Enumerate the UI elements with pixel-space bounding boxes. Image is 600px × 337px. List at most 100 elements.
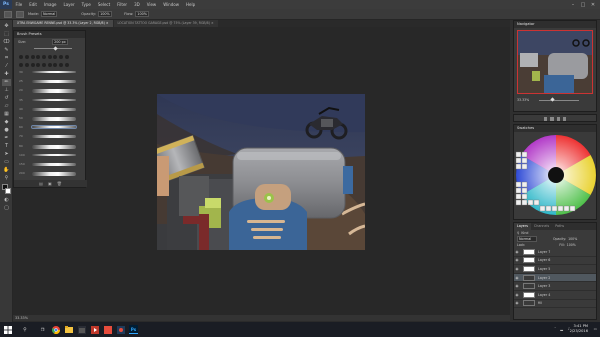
brush-tip[interactable] [64, 62, 69, 67]
menu-window[interactable]: Window [160, 0, 183, 9]
color-swatches[interactable] [0, 183, 12, 197]
brush-tip[interactable] [30, 55, 35, 60]
brush-stroke-preview[interactable] [32, 163, 76, 166]
menu-3d[interactable]: 3D [131, 0, 144, 9]
move-tool-icon[interactable]: ✥ [2, 23, 11, 30]
crop-tool-icon[interactable]: ⌗ [2, 55, 11, 62]
layer-row[interactable]: ◉ fill [514, 300, 596, 309]
brush-tip[interactable] [53, 55, 58, 60]
opacity-input[interactable]: 100% [98, 11, 113, 17]
mode-control[interactable]: Mode: Normal [28, 11, 58, 17]
brush-stroke-preview[interactable] [32, 89, 76, 94]
brush-tip[interactable] [19, 62, 24, 67]
menu-file[interactable]: File [12, 0, 26, 9]
lasso-tool-icon[interactable]: ↀ [2, 39, 11, 46]
opacity-control[interactable]: Opacity: 100% [81, 11, 113, 17]
layer-row[interactable]: ◉ Layer 6 [514, 257, 596, 266]
tray-up-arrow-icon[interactable]: ˄ [554, 327, 556, 331]
screen-recorder-icon[interactable] [116, 325, 125, 334]
navigator-zoom-value[interactable]: 33.33% [517, 98, 529, 102]
brush-size-slider[interactable] [34, 45, 72, 51]
adjustment-icon[interactable] [550, 117, 554, 121]
store-icon[interactable] [77, 325, 86, 334]
layer-row[interactable]: ◉ Layer 4 [514, 291, 596, 300]
brush-size-slider-knob[interactable] [53, 45, 58, 51]
layer-blend-mode-select[interactable]: Normal [517, 236, 537, 242]
screen-mode-icon[interactable]: ▢ [2, 205, 11, 212]
brush-tip[interactable] [41, 62, 46, 67]
brush-tip[interactable] [19, 55, 24, 60]
visibility-eye-icon[interactable]: ◉ [514, 250, 520, 254]
menu-image[interactable]: Image [40, 0, 60, 9]
windows-start-icon[interactable] [3, 325, 12, 334]
blur-tool-icon[interactable]: ◆ [2, 119, 11, 126]
quick-select-tool-icon[interactable]: ✎ [2, 47, 11, 54]
marquee-tool-icon[interactable]: ⬚ [2, 31, 11, 38]
brush-stroke-preview[interactable] [32, 98, 76, 101]
brush-stroke-preview[interactable] [31, 125, 77, 130]
adjustment-icon[interactable] [556, 117, 560, 121]
taskbar-clock[interactable]: 3:41 PM 2/23/2016 [570, 324, 588, 334]
menu-filter[interactable]: Filter [114, 0, 131, 9]
healing-tool-icon[interactable]: ✚ [2, 71, 11, 78]
shape-tool-icon[interactable]: ▭ [2, 159, 11, 166]
visibility-eye-icon[interactable]: ◉ [514, 276, 520, 280]
brush-tool-icon[interactable]: ✏ [2, 79, 11, 86]
new-brush-icon[interactable]: ▣ [48, 181, 52, 186]
brush-stroke-preview[interactable] [32, 117, 76, 121]
visibility-eye-icon[interactable]: ◉ [514, 301, 520, 305]
tab-channels[interactable]: Channels [531, 223, 552, 230]
layer-kind-filter[interactable]: Kind [521, 231, 528, 235]
maximize-button[interactable]: □ [578, 2, 588, 8]
color-wheel-picker[interactable] [514, 132, 598, 218]
gradient-tool-icon[interactable]: ▦ [2, 111, 11, 118]
brush-stroke-preview[interactable] [32, 153, 76, 156]
visibility-eye-icon[interactable]: ◉ [514, 284, 520, 288]
brush-tip[interactable] [30, 62, 35, 67]
layer-row[interactable]: ◉ Layer 2 [514, 273, 596, 283]
adjustment-icon[interactable] [544, 117, 548, 121]
media-app-icon[interactable] [90, 325, 99, 334]
layer-row[interactable]: ◉ Layer 5 [514, 265, 596, 274]
brush-tip[interactable] [58, 62, 63, 67]
pen-tool-icon[interactable]: ✒ [2, 135, 11, 142]
photoshop-taskbar-icon[interactable]: Ps [129, 325, 138, 334]
layer-fill-value[interactable]: 100% [567, 243, 576, 247]
zoom-tool-icon[interactable]: ⚲ [2, 175, 11, 182]
navigator-zoom-slider[interactable] [539, 97, 580, 102]
path-select-tool-icon[interactable]: ➤ [2, 151, 11, 158]
brush-tip[interactable] [64, 55, 69, 60]
menu-type[interactable]: Type [78, 0, 94, 9]
adjustment-icon[interactable] [562, 117, 566, 121]
brush-stroke-preview[interactable] [32, 172, 76, 177]
app-icon[interactable] [103, 325, 112, 334]
menu-view[interactable]: View [143, 0, 160, 9]
toggle-brush-panel-icon[interactable]: ▤ [39, 181, 43, 186]
brush-tip[interactable] [47, 62, 52, 67]
hand-tool-icon[interactable]: ✋ [2, 167, 11, 174]
background-color-swatch[interactable] [5, 188, 11, 194]
tab-document-2[interactable]: LOCATION TATTOO GARAGE.psd @ 75% (Layer … [113, 20, 218, 27]
layer-opacity-value[interactable]: 100% [568, 237, 577, 241]
menu-edit[interactable]: Edit [26, 0, 41, 9]
tab-layers[interactable]: Layers [514, 223, 531, 230]
close-button[interactable]: ✕ [588, 2, 598, 8]
navigator-zoom-knob[interactable] [550, 97, 555, 102]
tab-paths[interactable]: Paths [552, 223, 567, 230]
brush-tip[interactable] [47, 55, 52, 60]
visibility-eye-icon[interactable]: ◉ [514, 267, 520, 271]
task-view-icon[interactable]: ❐ [38, 325, 47, 334]
brush-preset-picker[interactable] [16, 10, 24, 18]
dodge-tool-icon[interactable]: ● [2, 127, 11, 134]
brush-tip[interactable] [36, 62, 41, 67]
brush-stroke-preview[interactable] [32, 71, 76, 73]
brush-tip[interactable] [24, 62, 29, 67]
brush-tip[interactable] [41, 55, 46, 60]
brush-tip[interactable] [53, 62, 58, 67]
menu-help[interactable]: Help [182, 0, 198, 9]
taskbar-search-icon[interactable]: ⚲ [16, 325, 34, 334]
layer-row[interactable]: ◉ Layer 7 [514, 248, 596, 257]
menu-layer[interactable]: Layer [60, 0, 78, 9]
minimize-button[interactable]: – [568, 2, 578, 8]
visibility-eye-icon[interactable]: ◉ [514, 258, 520, 262]
